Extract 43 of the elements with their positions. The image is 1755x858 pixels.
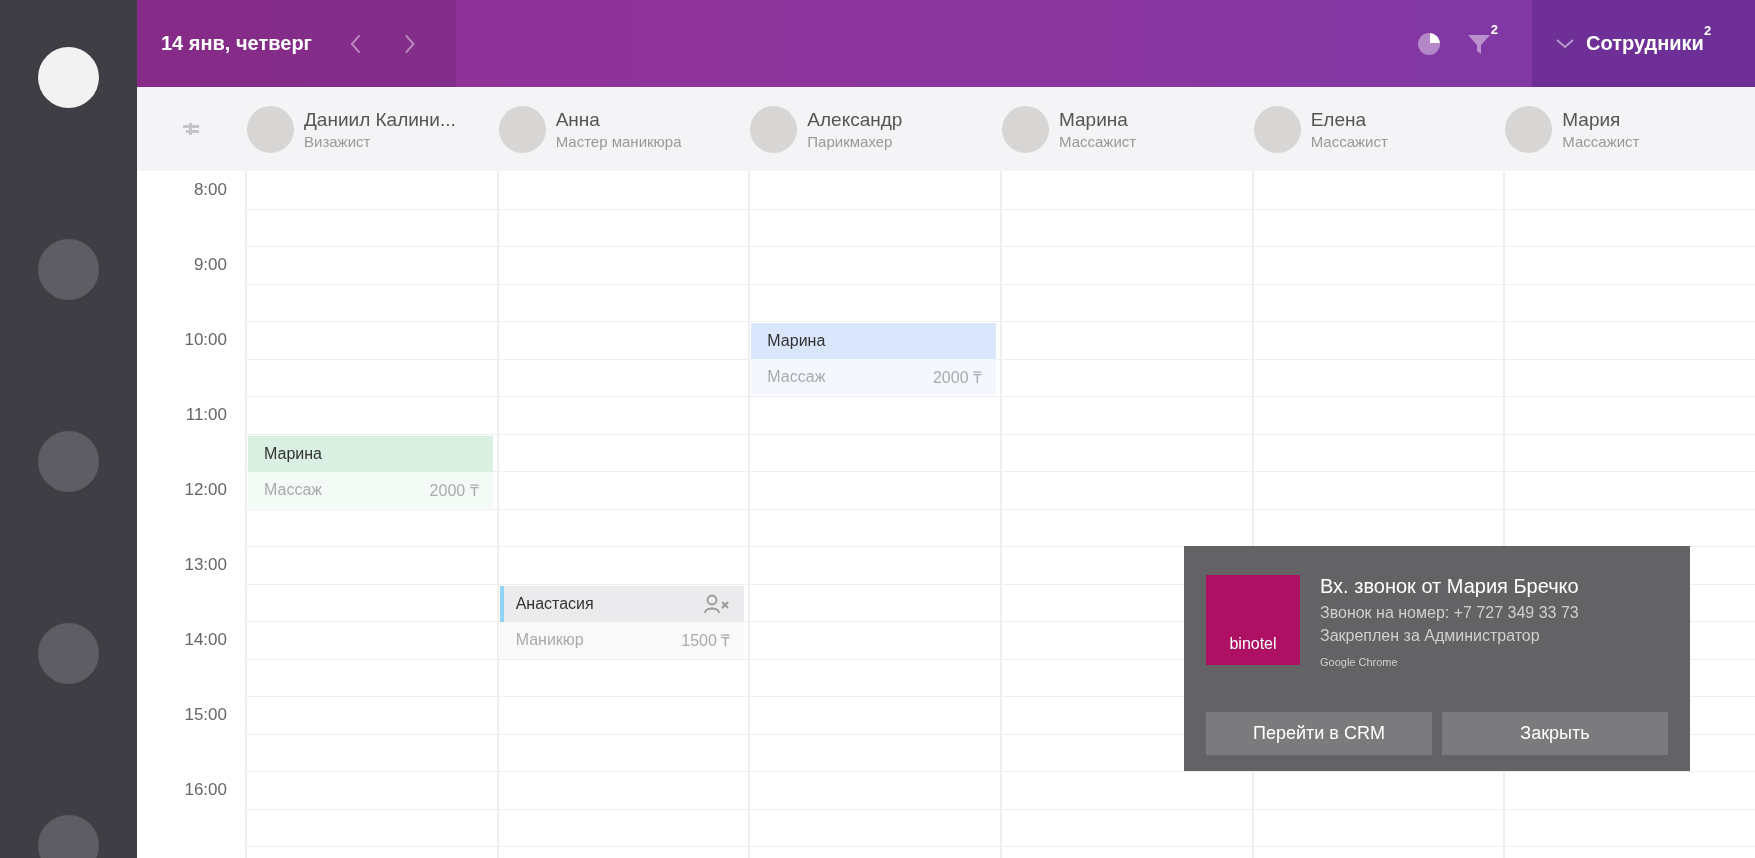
employee-name[interactable]: Мария xyxy=(1562,108,1640,131)
employee-role: Массажист xyxy=(1562,132,1640,150)
employee-name[interactable]: Александр xyxy=(807,108,903,131)
client-name: Марина xyxy=(767,332,826,350)
close-button[interactable]: Закрыть xyxy=(1442,712,1668,755)
appointment-header[interactable]: Анастасия xyxy=(499,585,745,622)
app-logo: binotel xyxy=(1206,575,1300,665)
time-label: 10:00 xyxy=(183,329,228,351)
service-name: Массаж xyxy=(767,368,826,386)
time-label: 11:00 xyxy=(184,404,228,426)
service-price: 1500 ₸ xyxy=(681,630,731,651)
time-label: 16:00 xyxy=(183,779,228,801)
client-name: Марина xyxy=(264,444,322,463)
service-name: Маникюр xyxy=(515,630,584,649)
employee-name[interactable]: Даниил Калини... xyxy=(304,108,456,131)
appointment-header[interactable]: Марина xyxy=(751,323,996,359)
employee-role: Массажист xyxy=(1310,132,1388,150)
notification-text: Закреплен за Администратор xyxy=(1320,627,1541,645)
time-label: 8:00 xyxy=(192,179,228,201)
employee-name[interactable]: Марина xyxy=(1059,108,1137,131)
notification-text: Звонок на номер: +7 727 349 33 73 xyxy=(1320,604,1579,622)
notification-source: Google Chrome xyxy=(1320,656,1399,668)
staff-count: 2 xyxy=(1703,23,1712,38)
notification-title: Вх. звонок от Мария Бречко xyxy=(1320,575,1579,598)
service-price: 2000 ₸ xyxy=(429,480,479,501)
time-label: 13:00 xyxy=(183,554,228,576)
employee-name[interactable]: Елена xyxy=(1310,108,1388,131)
open-crm-button[interactable]: Перейти в CRM xyxy=(1206,712,1432,755)
employee-role: Массажист xyxy=(1059,132,1137,150)
employee-role: Визажист xyxy=(304,132,372,150)
employee-role: Парикмахер xyxy=(807,132,894,150)
service-name: Массаж xyxy=(264,480,322,499)
time-label: 14:00 xyxy=(183,629,228,651)
service-price: 2000 ₸ xyxy=(932,368,982,388)
time-label: 15:00 xyxy=(183,704,228,726)
filter-count: 2 xyxy=(1490,21,1498,37)
time-label: 12:00 xyxy=(183,479,228,501)
appointment-header[interactable]: Марина xyxy=(248,435,493,472)
time-label: 9:00 xyxy=(192,254,228,276)
employee-role: Мастер маникюра xyxy=(555,132,682,150)
date-title: 14 янв, четверг xyxy=(161,32,313,55)
employee-name[interactable]: Анна xyxy=(555,108,682,131)
client-name: Анастасия xyxy=(515,594,594,613)
